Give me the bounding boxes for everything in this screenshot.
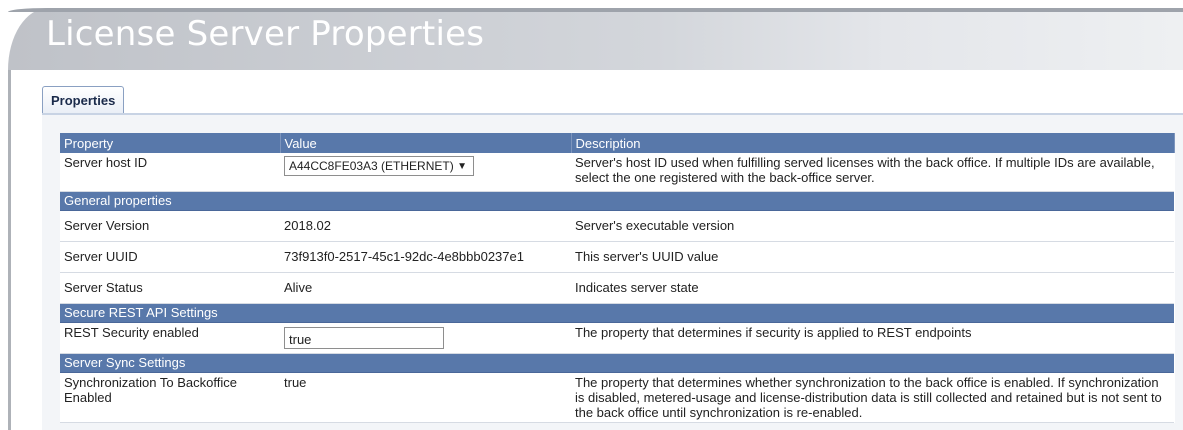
property-description: The property that determines whether syn…: [571, 372, 1174, 423]
host-id-select[interactable]: A44CC8FE03A3 (ETHERNET) ▼: [284, 156, 474, 176]
host-id-selected-value: A44CC8FE03A3 (ETHERNET): [289, 159, 454, 173]
section-header-row: Secure REST API Settings: [60, 303, 1174, 323]
column-header-property: Property: [60, 133, 281, 153]
property-name: Server host ID: [60, 153, 280, 192]
property-name: Server Status: [60, 272, 280, 304]
dropdown-arrow-icon: ▼: [457, 161, 467, 172]
page-header: License Server Properties: [0, 0, 1183, 70]
tab-properties[interactable]: Properties: [42, 86, 125, 114]
table-row: REST Security enabled true The property …: [60, 322, 1174, 354]
section-label-general: General properties: [60, 191, 1174, 211]
section-header-row: Server Sync Settings: [60, 353, 1174, 373]
property-description: The property that determines if security…: [571, 322, 1174, 354]
value-cell: true: [280, 322, 571, 354]
property-description: This server's UUID value: [571, 241, 1174, 273]
property-name: REST Security enabled: [60, 322, 280, 354]
rest-security-input[interactable]: true: [284, 326, 444, 349]
section-header-row: General properties: [60, 191, 1174, 211]
property-name: Server UUID: [60, 241, 280, 273]
value-cell: A44CC8FE03A3 (ETHERNET) ▼: [280, 153, 571, 192]
property-value: 73f913f0-2517-45c1-92dc-4e8bbb0237e1: [280, 241, 571, 273]
property-description: Server's executable version: [571, 210, 1174, 242]
property-value: Alive: [280, 272, 571, 304]
table-row: Server UUID 73f913f0-2517-45c1-92dc-4e8b…: [60, 241, 1174, 273]
property-description: Server's host ID used when fulfilling se…: [571, 153, 1174, 192]
table-row: Server host ID A44CC8FE03A3 (ETHERNET) ▼…: [60, 153, 1174, 192]
section-label-rest: Secure REST API Settings: [60, 303, 1174, 323]
column-header-description: Description: [571, 133, 1175, 153]
table-row: Synchronization To Backoffice Enabled tr…: [60, 372, 1174, 423]
section-label-sync: Server Sync Settings: [60, 353, 1174, 373]
property-value: 2018.02: [280, 210, 571, 242]
properties-table: Property Value Description Server host I…: [60, 133, 1175, 423]
column-header-value: Value: [280, 133, 572, 153]
table-row: Server Version 2018.02 Server's executab…: [60, 210, 1174, 242]
table-header-row: Property Value Description: [60, 133, 1175, 153]
left-border: [8, 70, 11, 430]
table-row: Server Status Alive Indicates server sta…: [60, 272, 1174, 304]
property-name: Synchronization To Backoffice Enabled: [60, 372, 280, 423]
page-title: License Server Properties: [46, 14, 485, 54]
property-name: Server Version: [60, 210, 280, 242]
property-value: true: [280, 372, 571, 423]
property-description: Indicates server state: [571, 272, 1174, 304]
tab-bar: Properties: [42, 86, 125, 114]
